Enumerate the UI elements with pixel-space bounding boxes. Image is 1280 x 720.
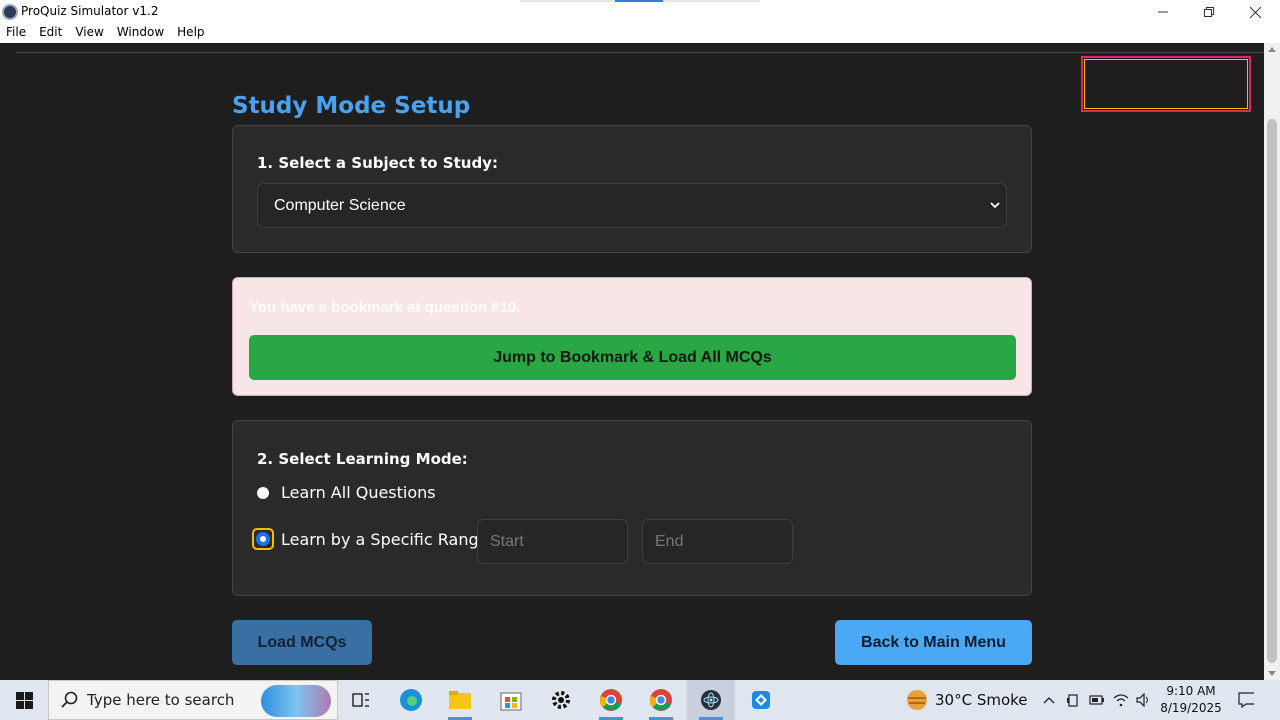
taskbar: Type here to search 30°C Smoke 9:10 AM 8… <box>0 680 1280 720</box>
folder-icon <box>449 691 471 709</box>
settings-taskbar-button[interactable] <box>537 680 585 720</box>
windows-icon <box>15 691 33 709</box>
clock-date: 8/19/2025 <box>1160 701 1222 715</box>
load-mcqs-button[interactable]: Load MCQs <box>232 620 372 665</box>
menu-help[interactable]: Help <box>177 24 204 43</box>
radio-label: Learn All Questions <box>281 483 436 502</box>
chrome-taskbar-button[interactable] <box>587 680 635 720</box>
app-icon <box>2 4 18 20</box>
subject-card: 1. Select a Subject to Study: Computer S… <box>232 125 1032 253</box>
minimize-icon <box>1158 11 1168 13</box>
store-icon <box>500 692 522 711</box>
radio-specific-range[interactable]: Learn by a Specific Range: <box>252 528 494 550</box>
chrome-icon <box>600 689 622 711</box>
menu-file[interactable]: File <box>6 24 26 43</box>
bookmark-message: You have a bookmark at question #10. <box>249 299 521 316</box>
taskbar-search[interactable]: Type here to search <box>48 680 338 720</box>
tray-chevron-up-icon[interactable] <box>1041 692 1057 708</box>
volume-icon[interactable] <box>1136 692 1152 708</box>
title-strip <box>520 0 615 2</box>
vertical-scrollbar[interactable] <box>1264 43 1280 680</box>
notification-icon[interactable] <box>1238 692 1254 708</box>
mode-label: 2. Select Learning Mode: <box>257 450 468 468</box>
bookmark-panel: You have a bookmark at question #10. Jum… <box>232 277 1032 396</box>
diamond-app-icon <box>752 691 770 709</box>
edge-icon <box>400 689 422 711</box>
start-button[interactable] <box>0 680 48 720</box>
chrome-icon <box>650 689 672 711</box>
restore-icon <box>1204 7 1214 17</box>
weather-icon <box>907 690 927 710</box>
chevron-down-icon <box>990 202 1000 209</box>
title-strip <box>663 0 760 2</box>
minimize-button[interactable] <box>1140 0 1186 24</box>
scroll-thumb[interactable] <box>1267 119 1277 663</box>
title-strip-active <box>615 0 663 2</box>
mode-card: 2. Select Learning Mode: Learn All Quest… <box>232 420 1032 596</box>
menu-window[interactable]: Window <box>117 24 164 43</box>
electron-icon <box>701 690 721 710</box>
title-bar: ProQuiz Simulator v1.2 <box>0 0 1280 24</box>
task-view-button[interactable] <box>337 680 385 720</box>
divider <box>16 52 1264 53</box>
menu-view[interactable]: View <box>75 24 103 43</box>
highlight-box <box>1081 56 1251 112</box>
radio-circle[interactable] <box>257 486 269 499</box>
restore-button[interactable] <box>1186 0 1232 24</box>
close-icon <box>1249 6 1261 18</box>
edge-taskbar-button[interactable] <box>387 680 435 720</box>
window-title: ProQuiz Simulator v1.2 <box>21 4 159 18</box>
subject-select-value: Computer Science <box>274 196 406 214</box>
taskbar-clock[interactable]: 9:10 AM 8/19/2025 <box>1158 683 1224 717</box>
gear-icon <box>552 691 570 709</box>
search-placeholder: Type here to search <box>87 691 235 709</box>
file-explorer-taskbar-button[interactable] <box>436 680 484 720</box>
jump-to-bookmark-button[interactable]: Jump to Bookmark & Load All MCQs <box>249 335 1016 380</box>
subject-select[interactable]: Computer Science <box>257 183 1007 228</box>
chrome-profile-taskbar-button[interactable] <box>637 680 685 720</box>
weather-text: 30°C Smoke <box>935 691 1028 709</box>
tray-device-icon[interactable] <box>1065 692 1081 708</box>
menu-edit[interactable]: Edit <box>39 24 62 43</box>
electron-app-taskbar-button[interactable] <box>687 680 735 720</box>
battery-icon[interactable] <box>1089 692 1105 708</box>
radio-learn-all[interactable]: Learn All Questions <box>257 483 436 502</box>
clock-time: 9:10 AM <box>1166 684 1216 698</box>
radio-label: Learn by a Specific Range: <box>281 529 494 549</box>
radio-circle-selected[interactable] <box>252 528 274 550</box>
main-content: Study Mode Setup 1. Select a Subject to … <box>0 43 1264 680</box>
search-icon <box>61 691 78 708</box>
start-input[interactable]: Start <box>477 519 628 564</box>
task-view-icon <box>352 693 369 707</box>
page-title: Study Mode Setup <box>232 93 471 119</box>
search-highlight-image <box>261 685 331 717</box>
store-taskbar-button[interactable] <box>487 680 535 720</box>
weather-widget[interactable]: 30°C Smoke <box>905 680 1028 720</box>
back-to-main-menu-button[interactable]: Back to Main Menu <box>835 620 1032 665</box>
scroll-up-icon[interactable] <box>1268 47 1276 52</box>
close-button[interactable] <box>1232 0 1278 24</box>
scroll-down-icon[interactable] <box>1268 671 1276 676</box>
app-taskbar-button[interactable] <box>737 680 785 720</box>
end-input[interactable]: End <box>642 519 793 564</box>
menu-bar: File Edit View Window Help <box>0 24 1280 43</box>
wifi-icon[interactable] <box>1113 692 1129 708</box>
subject-label: 1. Select a Subject to Study: <box>257 154 498 172</box>
